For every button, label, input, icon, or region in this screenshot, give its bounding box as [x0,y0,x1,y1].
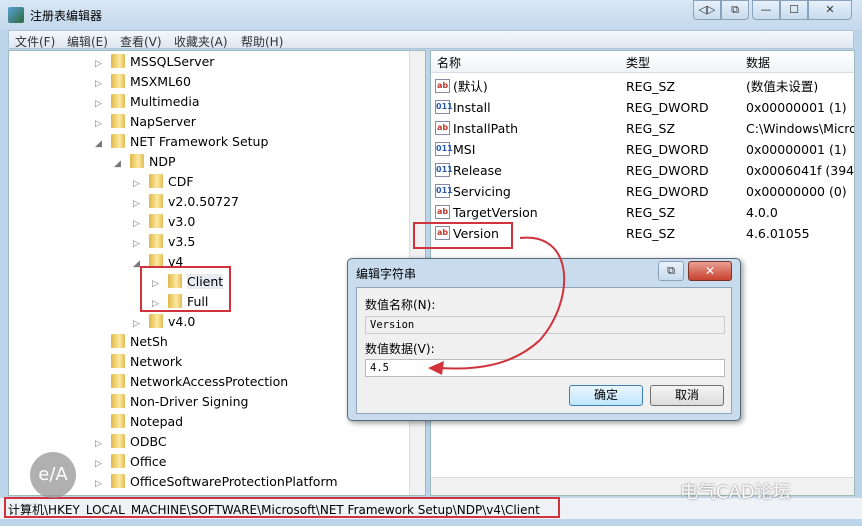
annotation-arrow [428,236,566,375]
watermark-logo: e/A [30,452,76,498]
arrow-head [428,361,444,375]
arrow-curve [439,236,566,370]
watermark-text: 电气CAD论坛 [680,482,791,503]
